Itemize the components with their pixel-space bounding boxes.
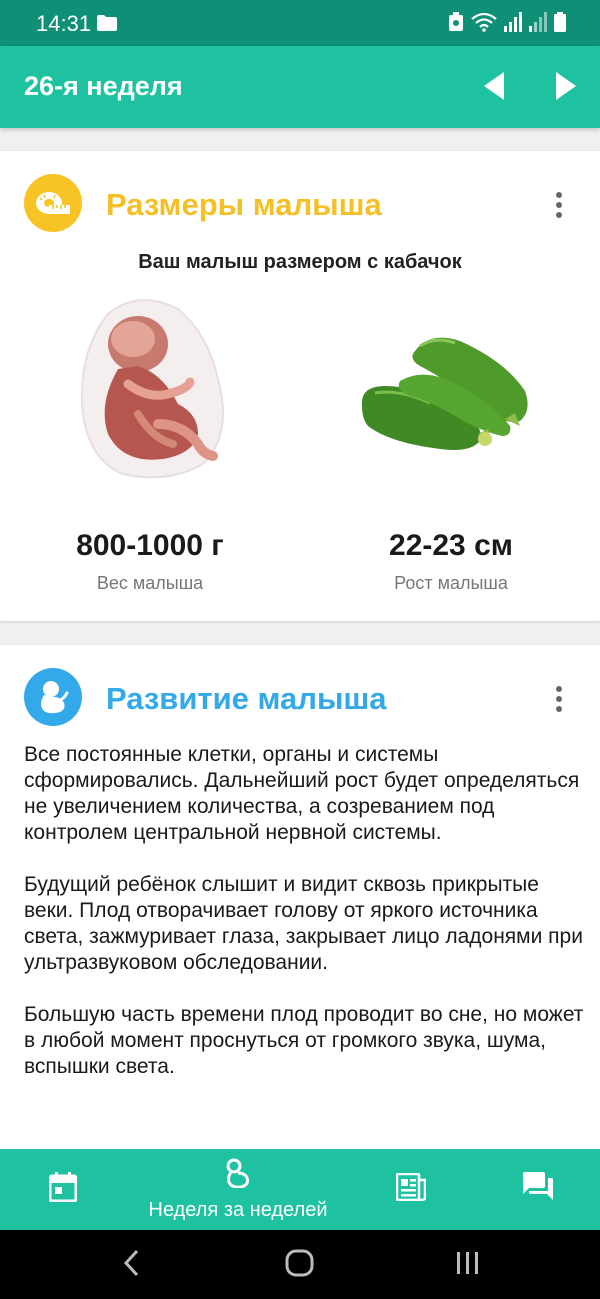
card-title: Развитие малыша: [106, 681, 387, 716]
chat-icon: [522, 1172, 554, 1207]
fetus-image: [78, 294, 233, 489]
length-value: 22-23 см: [389, 529, 513, 562]
battery-icon: [554, 12, 566, 37]
nav-articles[interactable]: [378, 1149, 444, 1230]
development-text: Все постоянные клетки, органы и системы …: [24, 742, 584, 1106]
newspaper-icon: [395, 1172, 427, 1206]
baby-icon: [24, 668, 82, 726]
length-stat: 22-23 см Рост малыша: [331, 529, 571, 594]
app-bar: 26-я неделя: [0, 46, 600, 128]
next-week-button[interactable]: [550, 68, 580, 104]
baby-size-card: Размеры малыша Ваш малыш размером с каба…: [0, 151, 600, 621]
baby-development-card: Развитие малыша Все постоянные клетки, о…: [0, 645, 600, 1165]
nav-calendar[interactable]: [30, 1149, 96, 1230]
status-icons: [448, 12, 566, 37]
recent-apps-icon[interactable]: [455, 1248, 481, 1283]
paragraph: Будущий ребёнок слышит и видит сквозь пр…: [24, 873, 583, 974]
size-comparison-text: Ваш малыш размером с кабачок: [138, 251, 462, 273]
length-label: Рост малыша: [394, 573, 508, 593]
calendar-icon: [48, 1172, 78, 1207]
signal-icon: [504, 12, 522, 37]
weight-value: 800-1000 г: [76, 529, 224, 562]
status-time: 14:31: [36, 11, 92, 36]
back-icon[interactable]: [122, 1248, 140, 1283]
zucchini-image: [360, 331, 535, 461]
wifi-icon: [471, 12, 497, 37]
more-options-icon[interactable]: [550, 685, 568, 715]
weight-label: Вес малыша: [96, 573, 204, 593]
more-options-icon[interactable]: [550, 191, 568, 221]
paragraph: Все постоянные клетки, органы и системы …: [24, 743, 580, 844]
nav-forum[interactable]: [505, 1149, 571, 1230]
nav-week-by-week[interactable]: Неделя за неделей: [130, 1149, 346, 1230]
nav-week-label: Неделя за неделей: [148, 1198, 328, 1221]
measuring-tape-icon: [24, 174, 82, 232]
previous-week-button[interactable]: [480, 68, 510, 104]
paragraph: Большую часть времени плод проводит во с…: [24, 1003, 584, 1078]
recycle-icon: [448, 12, 464, 37]
signal-icon-2: [529, 12, 547, 37]
system-navigation-bar: [0, 1230, 600, 1299]
bottom-navigation: Неделя за неделей: [0, 1149, 600, 1230]
fetus-nav-icon: [225, 1158, 251, 1193]
weight-stat: 800-1000 г Вес малыша: [30, 529, 270, 594]
status-bar: 14:31: [0, 0, 600, 46]
page-title: 26-я неделя: [24, 71, 183, 101]
home-icon[interactable]: [285, 1248, 315, 1283]
folder-icon: [97, 15, 117, 36]
card-title: Размеры малыша: [106, 187, 382, 222]
